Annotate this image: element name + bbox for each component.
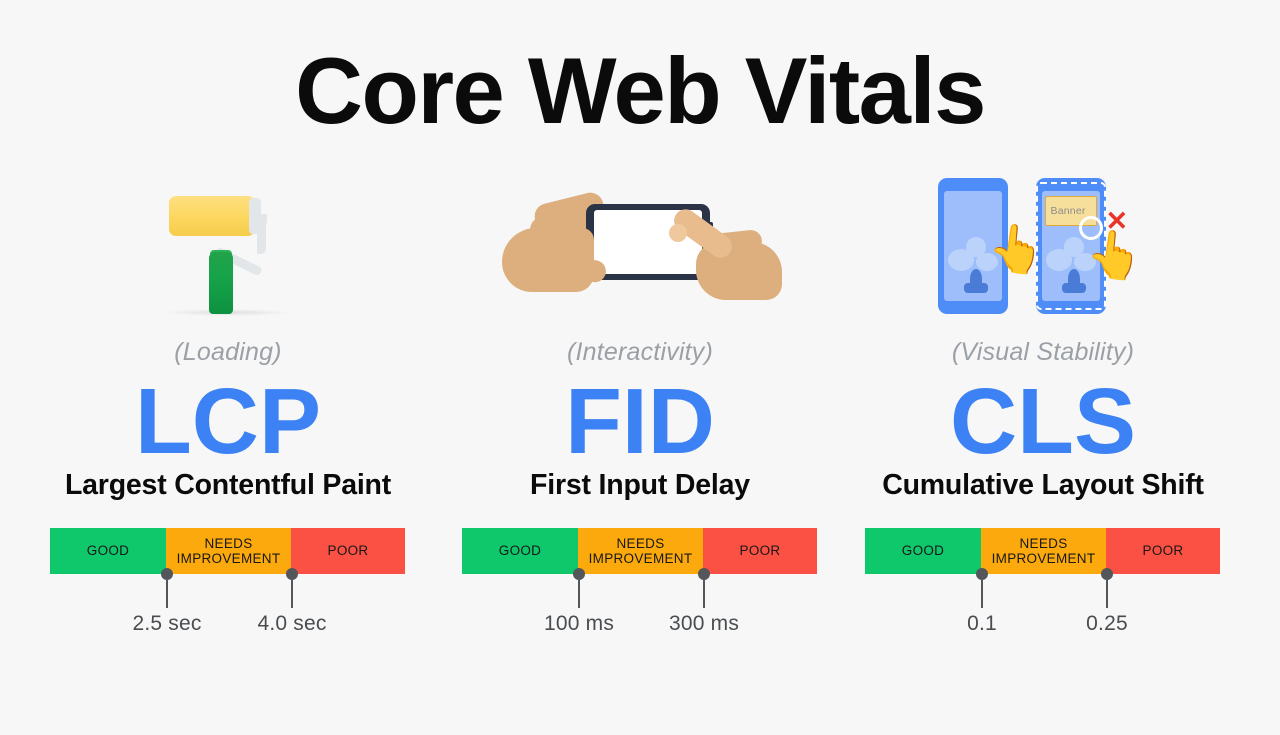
marker-stem xyxy=(577,579,581,608)
threshold-marker-poor: 300 ms xyxy=(669,567,739,635)
segment-poor: POOR xyxy=(703,527,817,574)
threshold-bar-wrapper: GOOD NEEDS IMPROVEMENT POOR 0.1 0.25 xyxy=(843,527,1243,648)
threshold-label-good: 100 ms xyxy=(543,611,615,635)
metric-column-cls: Banner ✕ 👆 👆 (Visual Stability) CLS Cumu… xyxy=(843,170,1243,730)
infographic-page: Core Web Vitals (Loading) LCP Largest Co… xyxy=(0,0,1280,735)
threshold-marker-good: 0.1 xyxy=(967,567,997,635)
segment-poor: POOR xyxy=(291,527,405,574)
pointing-hand-icon: 👆 xyxy=(1082,225,1147,285)
threshold-bar-wrapper: GOOD NEEDS IMPROVEMENT POOR 100 ms 300 m… xyxy=(440,527,840,648)
threshold-label-poor: 4.0 sec xyxy=(257,611,327,635)
segment-needs-improvement: NEEDS IMPROVEMENT xyxy=(166,527,291,574)
roller-head xyxy=(169,196,255,236)
marker-stem xyxy=(702,579,706,608)
threshold-marker-poor: 0.25 xyxy=(1086,567,1128,635)
metric-fullname: Cumulative Layout Shift xyxy=(882,468,1204,501)
threshold-label-good: 0.1 xyxy=(967,611,997,635)
roller-arm-vertical xyxy=(257,214,266,254)
pointing-hand-icon: 👆 xyxy=(984,219,1049,279)
marker-head xyxy=(573,567,585,580)
segment-needs-improvement: NEEDS IMPROVEMENT xyxy=(578,527,703,574)
metric-acronym: FID xyxy=(565,369,715,473)
marker-stem xyxy=(980,579,984,608)
threshold-label-good: 2.5 sec xyxy=(132,611,202,635)
metric-fullname: First Input Delay xyxy=(530,468,750,501)
threshold-bar: GOOD NEEDS IMPROVEMENT POOR xyxy=(865,527,1220,574)
paint-roller-icon xyxy=(28,170,428,320)
art-ground xyxy=(963,283,988,293)
marker-head xyxy=(286,567,298,580)
threshold-marker-poor: 4.0 sec xyxy=(257,567,326,635)
metric-column-fid: (Interactivity) FID First Input Delay GO… xyxy=(440,170,840,730)
hands-tapping-phone-icon xyxy=(440,170,840,320)
roller-grip xyxy=(209,252,233,314)
threshold-marker-good: 2.5 sec xyxy=(132,567,201,635)
threshold-marker-good: 100 ms xyxy=(544,567,614,635)
threshold-bar-wrapper: GOOD NEEDS IMPROVEMENT POOR 2.5 sec 4.0 … xyxy=(28,527,428,648)
threshold-bar: GOOD NEEDS IMPROVEMENT POOR xyxy=(462,527,817,574)
metric-subtitle: (Loading) xyxy=(174,338,282,366)
metric-column-lcp: (Loading) LCP Largest Contentful Paint G… xyxy=(28,170,428,730)
metric-subtitle: (Interactivity) xyxy=(566,338,714,366)
threshold-label-poor: 0.25 xyxy=(1086,611,1128,635)
segment-needs-improvement: NEEDS IMPROVEMENT xyxy=(981,527,1106,574)
threshold-label-poor: 300 ms xyxy=(668,611,740,635)
marker-stem xyxy=(290,579,294,608)
segment-poor: POOR xyxy=(1106,527,1220,574)
layout-shift-phones-icon: Banner ✕ 👆 👆 xyxy=(843,170,1243,320)
page-title: Core Web Vitals xyxy=(295,38,986,143)
metrics-columns: (Loading) LCP Largest Contentful Paint G… xyxy=(0,170,1280,730)
metric-acronym: LCP xyxy=(135,369,321,473)
marker-head xyxy=(161,567,173,580)
threshold-bar: GOOD NEEDS IMPROVEMENT POOR xyxy=(50,527,405,574)
marker-head xyxy=(976,567,988,580)
metric-fullname: Largest Contentful Paint xyxy=(64,468,392,501)
metric-acronym: CLS xyxy=(950,369,1136,473)
marker-head xyxy=(1101,567,1113,580)
right-hand-fingertip xyxy=(669,224,687,242)
segment-good: GOOD xyxy=(50,527,166,574)
segment-good: GOOD xyxy=(462,527,578,574)
marker-head xyxy=(698,567,710,580)
segment-good: GOOD xyxy=(865,527,981,574)
marker-stem xyxy=(165,579,169,608)
marker-stem xyxy=(1105,579,1109,608)
metric-subtitle: (Visual Stability) xyxy=(951,338,1135,366)
